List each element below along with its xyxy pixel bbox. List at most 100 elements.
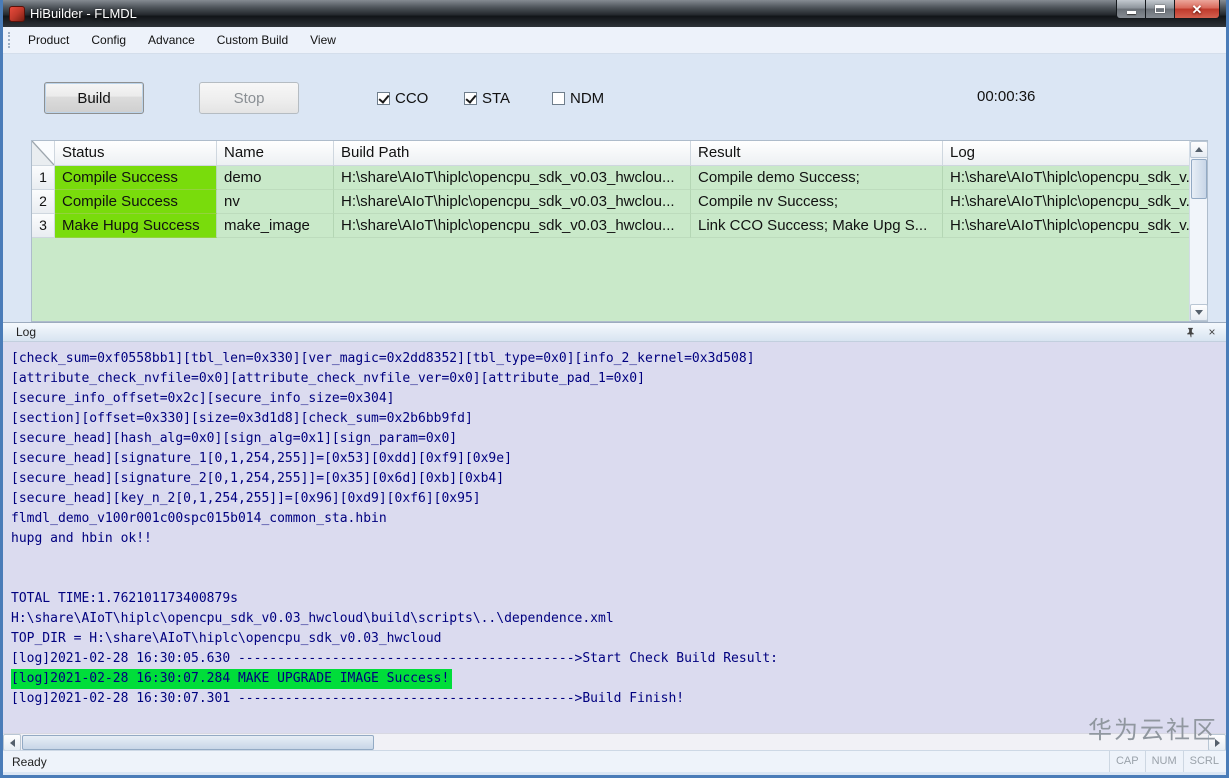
log-line: [secure_head][key_n_2[0,1,254,255]]=[0x9… [11, 489, 1226, 509]
build-button[interactable]: Build [44, 82, 144, 114]
toolbar: Build Stop CCO STA NDM 00:00:36 [3, 54, 1226, 140]
build-timer: 00:00:36 [977, 88, 1035, 105]
toolbar-grip [8, 32, 10, 48]
cell-build-path: H:\share\AIoT\hiplc\opencpu_sdk_v0.03_hw… [334, 214, 691, 238]
status-text: Ready [12, 755, 47, 769]
build-table: Status Name Build Path Result Log 1 Comp… [31, 140, 1208, 322]
log-line: [section][offset=0x330][size=0x3d1d8][ch… [11, 409, 1226, 429]
menu-item-view[interactable]: View [299, 29, 347, 51]
pin-icon[interactable] [1183, 325, 1197, 339]
cell-result: Link CCO Success; Make Upg S... [691, 214, 943, 238]
cell-log: H:\share\AIoT\hiplc\opencpu_sdk_v... [943, 166, 1189, 190]
log-line: [log]2021-02-28 16:30:05.630 -----------… [11, 649, 1226, 669]
log-line: TOTAL TIME:1.762101173400879s [11, 589, 1226, 609]
table-empty-area [32, 238, 1189, 321]
status-badge: Compile Success [55, 190, 217, 214]
cell-name: demo [217, 166, 334, 190]
cell-name: make_image [217, 214, 334, 238]
status-badge: Compile Success [55, 166, 217, 190]
checkbox-sta[interactable]: STA [464, 90, 510, 107]
menu-item-config[interactable]: Config [80, 29, 137, 51]
scroll-left-button[interactable] [3, 734, 21, 751]
ndm-checkbox-label: NDM [570, 90, 604, 107]
log-line [11, 549, 1226, 569]
cell-name: nv [217, 190, 334, 214]
log-line: [attribute_check_nvfile=0x0][attribute_c… [11, 369, 1226, 389]
window-title: HiBuilder - FLMDL [30, 6, 137, 21]
checkbox-ndm[interactable]: NDM [552, 90, 604, 107]
log-horizontal-scrollbar[interactable] [3, 733, 1226, 750]
scroll-up-button[interactable] [1190, 141, 1208, 158]
maximize-icon [1155, 5, 1165, 13]
cell-log: H:\share\AIoT\hiplc\opencpu_sdk_v... [943, 190, 1189, 214]
log-line [11, 569, 1226, 589]
status-bar: Ready CAP NUM SCRL [3, 750, 1226, 772]
close-icon: ✕ [1192, 1, 1203, 18]
sta-checkbox-label: STA [482, 90, 510, 107]
table-corner-cell[interactable] [32, 141, 55, 166]
log-line: [secure_head][signature_2[0,1,254,255]]=… [11, 469, 1226, 489]
cell-log: H:\share\AIoT\hiplc\opencpu_sdk_v... [943, 214, 1189, 238]
title-bar[interactable]: HiBuilder - FLMDL ✕ [3, 0, 1226, 27]
ndm-checkbox-box [552, 92, 565, 105]
col-header-result[interactable]: Result [691, 141, 943, 166]
log-panel-tools: × [1183, 325, 1219, 339]
arrow-up-icon [1195, 147, 1203, 152]
minimize-icon [1127, 11, 1136, 14]
log-line: H:\share\AIoT\hiplc\opencpu_sdk_v0.03_hw… [11, 609, 1226, 629]
scroll-down-button[interactable] [1190, 304, 1208, 321]
menu-item-product[interactable]: Product [17, 29, 80, 51]
checkbox-cco[interactable]: CCO [377, 90, 428, 107]
log-panel-header[interactable]: Log × [3, 322, 1226, 342]
log-line: [secure_info_offset=0x2c][secure_info_si… [11, 389, 1226, 409]
menu-bar: Product Config Advance Custom Build View [3, 27, 1226, 54]
log-line: [secure_head][hash_alg=0x0][sign_alg=0x1… [11, 429, 1226, 449]
row-number: 2 [32, 190, 55, 214]
cell-result: Compile demo Success; [691, 166, 943, 190]
arrow-down-icon [1195, 310, 1203, 315]
log-output: [check_sum=0xf0558bb1][tbl_len=0x330][ve… [3, 342, 1226, 733]
cco-checkbox-box [377, 92, 390, 105]
horizontal-scroll-thumb[interactable] [22, 735, 374, 750]
scroll-lock-indicator: SCRL [1183, 751, 1225, 772]
arrow-left-icon [10, 739, 15, 747]
app-window: HiBuilder - FLMDL ✕ Product Config Advan… [0, 0, 1229, 778]
log-line: TOP_DIR = H:\share\AIoT\hiplc\opencpu_sd… [11, 629, 1226, 649]
log-line: [secure_head][signature_1[0,1,254,255]]=… [11, 449, 1226, 469]
col-header-log[interactable]: Log [943, 141, 1189, 166]
cell-build-path: H:\share\AIoT\hiplc\opencpu_sdk_v0.03_hw… [334, 166, 691, 190]
menu-item-advance[interactable]: Advance [137, 29, 206, 51]
pin-icon-svg [1185, 327, 1196, 338]
log-close-icon[interactable]: × [1205, 325, 1219, 339]
row-number: 3 [32, 214, 55, 238]
minimize-button[interactable] [1116, 0, 1146, 19]
col-header-build-path[interactable]: Build Path [334, 141, 691, 166]
cell-result: Compile nv Success; [691, 190, 943, 214]
log-line: [check_sum=0xf0558bb1][tbl_len=0x330][ve… [11, 349, 1226, 369]
table-row-2[interactable]: 2 Compile Success nv H:\share\AIoT\hiplc… [32, 190, 1189, 214]
watermark: 华为云社区 [1088, 710, 1218, 745]
col-header-name[interactable]: Name [217, 141, 334, 166]
col-header-status[interactable]: Status [55, 141, 217, 166]
log-line-highlighted: [log]2021-02-28 16:30:07.284 MAKE UPGRAD… [11, 669, 452, 689]
status-badge: Make Hupg Success [55, 214, 217, 238]
sta-checkbox-box [464, 92, 477, 105]
keyboard-indicators: CAP NUM SCRL [1109, 751, 1225, 772]
cco-checkbox-label: CCO [395, 90, 428, 107]
caps-lock-indicator: CAP [1109, 751, 1145, 772]
table-row-1[interactable]: 1 Compile Success demo H:\share\AIoT\hip… [32, 166, 1189, 190]
vertical-scroll-thumb[interactable] [1191, 159, 1207, 199]
window-controls: ✕ [1116, 0, 1220, 19]
table-row-3[interactable]: 3 Make Hupg Success make_image H:\share\… [32, 214, 1189, 238]
stop-button[interactable]: Stop [199, 82, 299, 114]
log-line: hupg and hbin ok!! [11, 529, 1226, 549]
num-lock-indicator: NUM [1145, 751, 1183, 772]
maximize-button[interactable] [1146, 0, 1174, 19]
log-line: flmdl_demo_v100r001c00spc015b014_common_… [11, 509, 1226, 529]
log-panel-title: Log [16, 325, 36, 339]
app-icon [9, 6, 25, 22]
table-vertical-scrollbar[interactable] [1189, 141, 1207, 321]
table-header-row: Status Name Build Path Result Log [32, 141, 1189, 166]
menu-item-custom-build[interactable]: Custom Build [206, 29, 299, 51]
close-button[interactable]: ✕ [1174, 0, 1220, 19]
